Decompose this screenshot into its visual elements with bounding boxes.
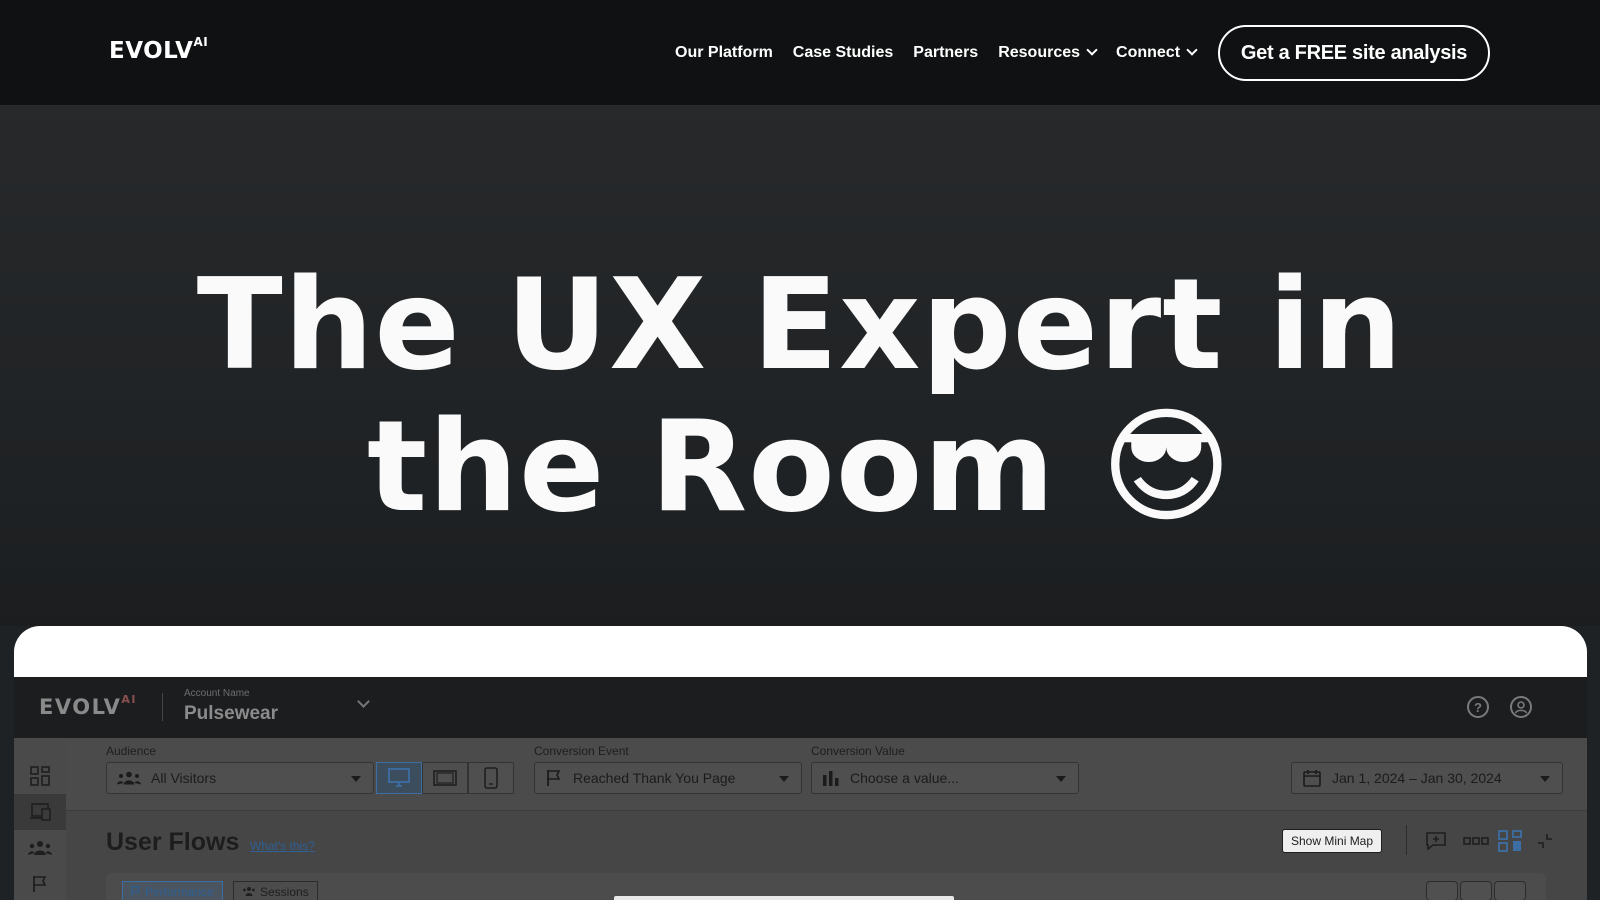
conversion-event-value: Reached Thank You Page [573, 770, 736, 786]
product-preview-frame: EVOLVAI Account Name Pulsewear ? Audienc… [14, 626, 1587, 900]
header-divider [162, 693, 163, 721]
people-group-icon [242, 885, 256, 899]
account-name[interactable]: Pulsewear [184, 703, 278, 725]
audience-select[interactable]: All Visitors [106, 762, 374, 794]
logo-ai-superscript: AI [193, 35, 209, 49]
nav-our-platform-label: Our Platform [675, 44, 773, 61]
conversion-event-label: Conversion Event [534, 744, 629, 758]
desktop-device-button[interactable] [376, 762, 422, 794]
bar-chart-icon [822, 769, 840, 787]
device-toggle-group [376, 762, 514, 794]
app-preview: EVOLVAI Account Name Pulsewear ? Audienc… [14, 677, 1587, 900]
date-range-value: Jan 1, 2024 – Jan 30, 2024 [1332, 770, 1502, 786]
conversion-value-select[interactable]: Choose a value... [811, 762, 1079, 794]
desktop-icon [388, 768, 410, 787]
flag-icon [33, 876, 47, 892]
tree-layout-icon[interactable] [1497, 829, 1523, 853]
free-site-analysis-button[interactable]: Get a FREE site analysis [1218, 25, 1490, 81]
nav-case-studies-label: Case Studies [792, 44, 894, 61]
app-logo: EVOLVAI [39, 693, 137, 719]
user-flows-panel: User Flows What's this? Show Mini Map Pe… [66, 811, 1587, 900]
user-account-icon[interactable] [1510, 696, 1532, 718]
nav-resources-label: Resources [998, 44, 1081, 61]
devices-icon [30, 803, 51, 821]
app-logo-ai-superscript: AI [121, 693, 137, 706]
user-flows-title: User Flows [106, 828, 240, 856]
fit-to-screen-icon[interactable] [1460, 881, 1492, 900]
conversion-value-label: Conversion Value [811, 744, 905, 758]
sidebar-dashboard[interactable] [14, 758, 66, 794]
evolv-logo[interactable]: EVOLVAI [109, 35, 209, 64]
filter-bar: Audience All Visitors Conversion Event R… [66, 738, 1587, 811]
dashboard-grid-icon [30, 766, 50, 786]
hero-section: The UX Expert in the Room 😎 [0, 106, 1600, 626]
app-sidebar [14, 738, 66, 900]
collapse-icon[interactable] [1532, 829, 1558, 853]
people-group-icon [28, 841, 52, 855]
app-logo-text: EVOLV [39, 695, 122, 719]
app-header: EVOLVAI Account Name Pulsewear ? [14, 677, 1587, 738]
tab-sessions-label: Sessions [260, 885, 309, 899]
calendar-icon [1302, 768, 1322, 788]
chevron-down-icon [1186, 44, 1198, 56]
audience-label: Audience [106, 744, 157, 758]
top-navigation: EVOLVAI Our Platform Case Studies Partne… [0, 0, 1600, 106]
flag-icon [131, 885, 141, 899]
nav-partners-label: Partners [913, 44, 979, 61]
nav-connect-label: Connect [1116, 44, 1181, 61]
nav-connect-dropdown[interactable]: Connect [1116, 44, 1198, 62]
tablet-device-button[interactable] [422, 762, 468, 794]
zoom-in-icon[interactable] [1426, 881, 1458, 900]
nav-resources-dropdown[interactable]: Resources [998, 44, 1098, 62]
sidebar-goals[interactable] [14, 866, 66, 900]
account-name-label: Account Name [184, 688, 250, 699]
sidebar-audiences[interactable] [14, 830, 66, 866]
tab-sessions[interactable]: Sessions [233, 881, 318, 900]
tab-performance-label: Performance [145, 885, 214, 899]
hero-title: The UX Expert in the Room 😎 [196, 251, 1404, 540]
zoom-out-icon[interactable] [1494, 881, 1526, 900]
people-group-icon [117, 771, 141, 785]
mobile-device-button[interactable] [468, 762, 514, 794]
dropdown-caret-icon [1056, 776, 1066, 782]
nav-partners[interactable]: Partners [913, 44, 978, 62]
toolbar-divider [1406, 825, 1407, 855]
nav-case-studies[interactable]: Case Studies [793, 44, 893, 62]
dropdown-caret-icon [779, 776, 789, 782]
nav-our-platform[interactable]: Our Platform [675, 44, 773, 62]
sidebar-devices[interactable] [14, 794, 66, 830]
horizontal-layout-icon[interactable] [1463, 829, 1489, 853]
dropdown-caret-icon [351, 776, 361, 782]
add-comment-icon[interactable] [1423, 829, 1449, 853]
modal-edge [614, 896, 954, 900]
logo-text: EVOLV [109, 38, 194, 64]
nav-links: Our Platform Case Studies Partners Resou… [675, 0, 1198, 106]
whats-this-link[interactable]: What's this? [250, 839, 315, 853]
dropdown-caret-icon [1540, 776, 1550, 782]
conversion-value-placeholder: Choose a value... [850, 770, 959, 786]
help-icon[interactable]: ? [1467, 696, 1489, 718]
date-range-picker[interactable]: Jan 1, 2024 – Jan 30, 2024 [1291, 762, 1563, 794]
tablet-landscape-icon [433, 770, 457, 786]
mobile-phone-icon [484, 767, 498, 789]
tab-performance[interactable]: Performance [122, 881, 223, 900]
chevron-down-icon [1086, 44, 1098, 56]
conversion-event-select[interactable]: Reached Thank You Page [534, 762, 802, 794]
show-mini-map-button[interactable]: Show Mini Map [1282, 829, 1383, 853]
audience-value: All Visitors [151, 770, 217, 786]
flag-icon [545, 769, 563, 787]
chevron-down-icon[interactable] [357, 695, 370, 708]
